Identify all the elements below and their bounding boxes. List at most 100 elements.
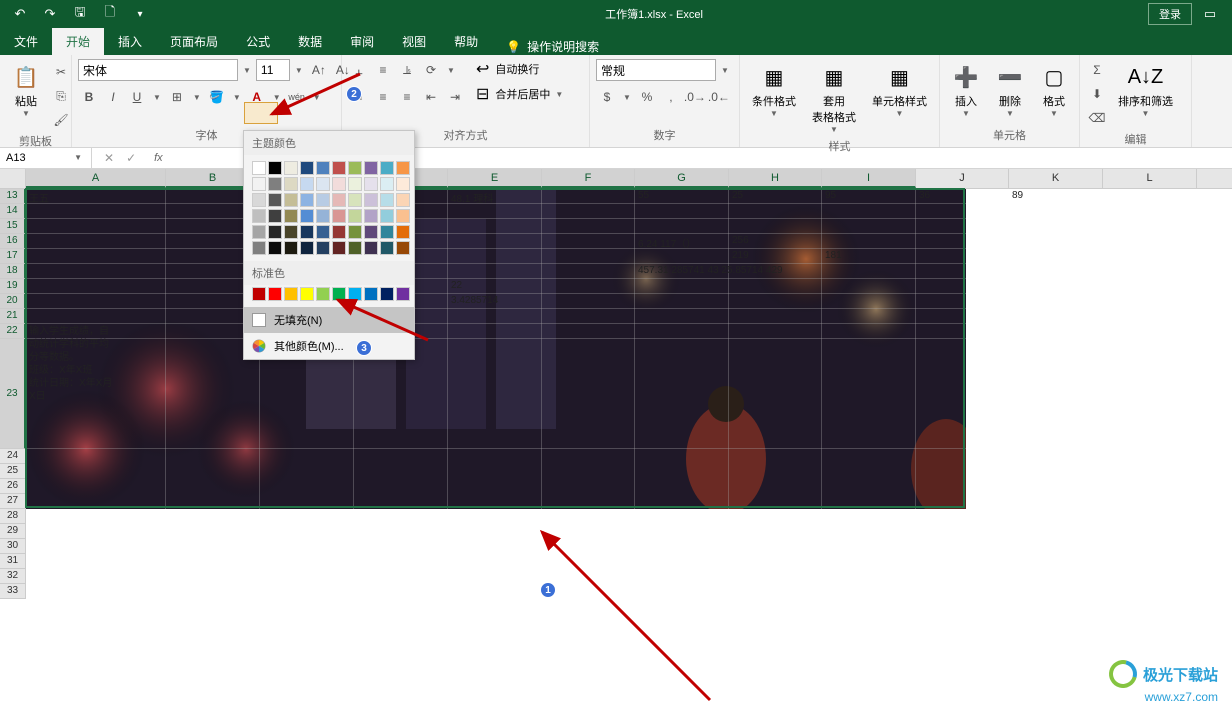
chevron-down-icon[interactable]: ▼ bbox=[150, 93, 164, 102]
comma-format-button[interactable]: , bbox=[660, 86, 682, 108]
cell-value[interactable]: 181 bbox=[825, 250, 842, 261]
color-swatch[interactable] bbox=[348, 241, 362, 255]
underline-button[interactable]: U bbox=[126, 86, 148, 108]
chevron-down-icon[interactable]: ▼ bbox=[444, 66, 458, 75]
fill-color-button[interactable]: 🪣 bbox=[206, 86, 228, 108]
color-swatch[interactable] bbox=[284, 161, 298, 175]
format-painter-button[interactable]: 🖌 bbox=[50, 109, 72, 131]
color-swatch[interactable] bbox=[268, 177, 282, 191]
row-header[interactable]: 13 bbox=[0, 189, 26, 204]
color-swatch[interactable] bbox=[300, 225, 314, 239]
fill-color-dropdown[interactable]: ▼ bbox=[230, 93, 244, 102]
cell-value[interactable]: 输入学生成绩，自 动统计学科的平均 分等数据。 班级：X年X班 统计日期：X年X… bbox=[29, 325, 112, 403]
cell-value[interactable]: 25 bbox=[732, 190, 743, 201]
color-swatch[interactable] bbox=[252, 177, 266, 191]
tab-file[interactable]: 文件 bbox=[0, 28, 52, 55]
color-swatch[interactable] bbox=[284, 225, 298, 239]
color-swatch[interactable] bbox=[348, 161, 362, 175]
cell-value[interactable]: 22 bbox=[451, 280, 462, 291]
color-swatch[interactable] bbox=[300, 241, 314, 255]
color-swatch[interactable] bbox=[396, 161, 410, 175]
row-header[interactable]: 19 bbox=[0, 279, 26, 294]
cell-value[interactable]: 6.24 117（） bbox=[638, 235, 696, 250]
color-swatch[interactable] bbox=[364, 209, 378, 223]
color-swatch[interactable] bbox=[284, 209, 298, 223]
row-header[interactable]: 32 bbox=[0, 569, 26, 584]
color-swatch[interactable] bbox=[348, 287, 362, 301]
qat-autosave[interactable]: 🗋 bbox=[96, 2, 124, 26]
cell-value[interactable]: 36 bbox=[919, 190, 930, 201]
chevron-down-icon[interactable]: ▼ bbox=[190, 93, 204, 102]
font-size-select[interactable] bbox=[256, 59, 290, 81]
color-swatch[interactable] bbox=[252, 225, 266, 239]
color-swatch[interactable] bbox=[300, 287, 314, 301]
row-header[interactable]: 26 bbox=[0, 479, 26, 494]
color-swatch[interactable] bbox=[316, 287, 330, 301]
color-swatch[interactable] bbox=[396, 209, 410, 223]
row-header[interactable]: 30 bbox=[0, 539, 26, 554]
chevron-down-icon[interactable]: ▼ bbox=[240, 66, 254, 75]
row-header[interactable]: 21 bbox=[0, 309, 26, 324]
tab-home[interactable]: 开始 bbox=[52, 28, 104, 55]
cell-value[interactable]: 256 bbox=[732, 235, 749, 246]
color-swatch[interactable] bbox=[380, 241, 394, 255]
border-button[interactable]: ⊞ bbox=[166, 86, 188, 108]
color-swatch[interactable] bbox=[380, 193, 394, 207]
format-cells-button[interactable]: ▢格式▼ bbox=[1034, 59, 1074, 120]
color-swatch[interactable] bbox=[332, 241, 346, 255]
font-name-select[interactable] bbox=[78, 59, 238, 81]
column-header[interactable]: A bbox=[26, 169, 166, 188]
color-swatch[interactable] bbox=[268, 241, 282, 255]
column-header[interactable]: F bbox=[542, 169, 635, 188]
conditional-format-button[interactable]: ▦条件格式▼ bbox=[746, 59, 802, 120]
color-swatch[interactable] bbox=[252, 161, 266, 175]
increase-font-button[interactable]: A↑ bbox=[308, 59, 330, 81]
italic-button[interactable]: I bbox=[102, 86, 124, 108]
color-swatch[interactable] bbox=[348, 225, 362, 239]
phonetic-button[interactable]: wén bbox=[286, 86, 308, 108]
align-top-button[interactable]: ⫠ bbox=[348, 59, 370, 81]
color-swatch[interactable] bbox=[364, 193, 378, 207]
tell-me-search[interactable]: 💡 操作说明搜索 bbox=[492, 38, 613, 55]
color-swatch[interactable] bbox=[284, 177, 298, 191]
enter-formula-button[interactable]: ✓ bbox=[126, 151, 136, 165]
color-swatch[interactable] bbox=[364, 161, 378, 175]
color-swatch[interactable] bbox=[316, 225, 330, 239]
color-swatch[interactable] bbox=[268, 287, 282, 301]
color-swatch[interactable] bbox=[364, 225, 378, 239]
clear-button[interactable]: ⌫ bbox=[1086, 107, 1108, 129]
column-header[interactable]: L bbox=[1103, 169, 1197, 188]
login-button[interactable]: 登录 bbox=[1148, 3, 1192, 25]
align-middle-button[interactable]: ≡ bbox=[372, 59, 394, 81]
delete-cells-button[interactable]: ➖删除▼ bbox=[990, 59, 1030, 120]
cell-value[interactable]: 89 bbox=[1012, 190, 1023, 201]
row-header[interactable]: 14 bbox=[0, 204, 26, 219]
copy-button[interactable]: ⎘ bbox=[50, 85, 72, 107]
color-swatch[interactable] bbox=[300, 177, 314, 191]
color-swatch[interactable] bbox=[364, 177, 378, 191]
orientation-button[interactable]: ⟳ bbox=[420, 59, 442, 81]
color-swatch[interactable] bbox=[316, 209, 330, 223]
cell-value[interactable]: 219 bbox=[732, 250, 749, 261]
cell-value[interactable]: 55 bbox=[638, 190, 649, 201]
merge-center-button[interactable]: ⊟合并后居中▼ bbox=[476, 84, 566, 104]
color-swatch[interactable] bbox=[380, 287, 394, 301]
cancel-formula-button[interactable]: ✕ bbox=[104, 151, 114, 165]
row-header[interactable]: 24 bbox=[0, 449, 26, 464]
bold-button[interactable]: B bbox=[78, 86, 100, 108]
color-swatch[interactable] bbox=[252, 287, 266, 301]
color-swatch[interactable] bbox=[300, 193, 314, 207]
color-swatch[interactable] bbox=[348, 177, 362, 191]
align-right-button[interactable]: ≡ bbox=[396, 86, 418, 108]
color-swatch[interactable] bbox=[316, 177, 330, 191]
chevron-down-icon[interactable]: ▼ bbox=[270, 93, 284, 102]
tab-layout[interactable]: 页面布局 bbox=[156, 28, 232, 55]
qat-redo[interactable]: ↷ bbox=[36, 2, 64, 26]
row-header[interactable]: 31 bbox=[0, 554, 26, 569]
cell-styles-button[interactable]: ▦单元格样式▼ bbox=[866, 59, 933, 120]
decrease-indent-button[interactable]: ⇤ bbox=[420, 86, 442, 108]
color-swatch[interactable] bbox=[396, 177, 410, 191]
color-swatch[interactable] bbox=[380, 177, 394, 191]
row-header[interactable]: 22 bbox=[0, 324, 26, 339]
color-swatch[interactable] bbox=[284, 287, 298, 301]
